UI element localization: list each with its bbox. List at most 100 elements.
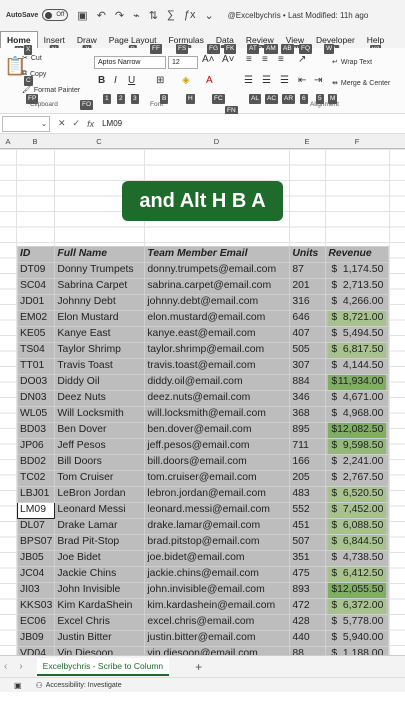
revenue-cell[interactable]: $6,372.00 — [325, 597, 390, 615]
email-cell[interactable]: kim.kardashein@email.com — [144, 597, 291, 615]
name-box[interactable]: ⌄ — [2, 115, 50, 132]
revenue-cell[interactable]: $5,940.00 — [325, 629, 390, 647]
autosave-toggle[interactable]: Off — [42, 9, 69, 21]
units-cell[interactable]: 88 — [289, 645, 327, 655]
revenue-cell[interactable]: $4,144.50 — [325, 357, 390, 375]
add-sheet-icon[interactable]: + — [195, 660, 202, 674]
tab-help[interactable]: HelpY2 — [361, 31, 390, 55]
id-cell[interactable]: JP06 — [16, 437, 56, 455]
increase-indent-icon[interactable]: ⇥ — [314, 75, 322, 86]
id-cell[interactable]: KE05 — [16, 325, 56, 343]
align-center-icon[interactable]: ☰ — [262, 75, 271, 86]
revenue-cell[interactable]: $1,174.50 — [325, 261, 390, 279]
id-cell[interactable]: DT09 — [16, 261, 56, 279]
name-cell[interactable]: Taylor Shrimp — [54, 341, 146, 359]
confirm-icon[interactable]: ✓ — [73, 118, 81, 129]
revenue-cell[interactable]: $2,713.50 — [325, 277, 390, 295]
id-cell[interactable]: DL07 — [16, 517, 56, 535]
id-cell[interactable]: EM02 — [16, 309, 56, 327]
align-middle-icon[interactable]: ≡ — [262, 54, 268, 65]
id-cell[interactable]: JI03 — [16, 581, 56, 599]
revenue-cell[interactable]: $6,817.50 — [325, 341, 390, 359]
autosum-icon[interactable]: ∑ — [167, 9, 175, 21]
column-header-f[interactable]: F — [325, 137, 389, 146]
id-cell[interactable]: TT01 — [16, 357, 56, 375]
id-cell[interactable]: DO03 — [16, 373, 56, 391]
name-cell[interactable]: Justin Bitter — [54, 629, 146, 647]
align-bottom-icon[interactable]: ≡ — [278, 54, 284, 65]
units-cell[interactable]: 316 — [289, 293, 327, 311]
name-cell[interactable]: John Invisible — [54, 581, 146, 599]
id-cell[interactable]: KKS03 — [16, 597, 56, 615]
units-cell[interactable]: 893 — [289, 581, 327, 599]
name-cell[interactable]: Donny Trumpets — [54, 261, 146, 279]
name-cell[interactable]: Kim KardaShein — [54, 597, 146, 615]
id-cell[interactable]: LBJ01 — [16, 485, 56, 503]
revenue-cell[interactable]: $6,844.50 — [325, 533, 390, 551]
insert-function-icon[interactable]: fx — [87, 119, 94, 129]
units-cell[interactable]: 346 — [289, 389, 327, 407]
revenue-cell[interactable]: $11,934.00 — [325, 373, 390, 391]
name-cell[interactable]: Joe Bidet — [54, 549, 146, 567]
id-cell[interactable]: BPS07 — [16, 533, 56, 551]
email-cell[interactable]: bill.doors@email.com — [144, 453, 291, 471]
id-cell[interactable]: WL05 — [16, 405, 56, 423]
name-cell[interactable]: Jackie Chins — [54, 565, 146, 583]
email-cell[interactable]: john.invisible@email.com — [144, 581, 291, 599]
email-cell[interactable]: taylor.shrimp@email.com — [144, 341, 291, 359]
column-header-e[interactable]: E — [289, 137, 325, 146]
name-cell[interactable]: Brad Pit-Stop — [54, 533, 146, 551]
accessibility-status[interactable]: Accessibility: Investigate — [46, 682, 122, 689]
sheet-tab-active[interactable]: Excelbychris - Scribe to Column — [36, 657, 170, 676]
column-header-a[interactable]: A — [0, 137, 16, 146]
tab-draw[interactable]: DrawJI — [71, 31, 103, 55]
id-cell[interactable]: TC02 — [16, 469, 56, 487]
email-cell[interactable]: will.locksmith@email.com — [144, 405, 291, 423]
shrink-font-icon[interactable]: A˅ — [222, 54, 235, 65]
revenue-cell[interactable]: $5,494.50 — [325, 325, 390, 343]
name-cell[interactable]: Bill Doors — [54, 453, 146, 471]
id-cell[interactable]: TS04 — [16, 341, 56, 359]
sort-icon[interactable]: ⇅ — [149, 9, 158, 22]
format-painter-icon[interactable]: ⌁ — [133, 9, 140, 22]
id-cell[interactable]: JC04 — [16, 565, 56, 583]
units-cell[interactable]: 428 — [289, 613, 327, 631]
column-header-b[interactable]: B — [16, 137, 54, 146]
name-cell[interactable]: Tom Cruiser — [54, 469, 146, 487]
email-cell[interactable]: brad.pitstop@email.com — [144, 533, 291, 551]
font-name-select[interactable]: Aptos Narrow — [94, 56, 166, 69]
worksheet-grid[interactable]: and Alt H B A ID Full Name Team Member Ema… — [0, 149, 405, 655]
tab-developer[interactable]: DeveloperL — [310, 31, 361, 55]
name-cell[interactable]: Excel Chris — [54, 613, 146, 631]
save-icon[interactable]: ▣ — [77, 9, 87, 22]
grow-font-icon[interactable]: A˄ — [202, 54, 215, 65]
units-cell[interactable]: 472 — [289, 597, 327, 615]
id-cell[interactable]: LM09 — [16, 501, 56, 519]
formula-input[interactable]: LM09 — [102, 119, 122, 128]
italic-icon[interactable]: I — [114, 75, 117, 86]
revenue-cell[interactable]: $2,241.00 — [325, 453, 390, 471]
revenue-cell[interactable]: $9,598.50 — [325, 437, 390, 455]
more-icon[interactable]: ⌄ — [204, 9, 213, 22]
name-cell[interactable]: Jeff Pesos — [54, 437, 146, 455]
name-cell[interactable]: Sabrina Carpet — [54, 277, 146, 295]
orientation-icon[interactable]: ↗ — [298, 54, 306, 65]
units-cell[interactable]: 351 — [289, 549, 327, 567]
units-cell[interactable]: 483 — [289, 485, 327, 503]
table-header[interactable]: Full Name — [54, 246, 146, 263]
revenue-cell[interactable]: $5,778.00 — [325, 613, 390, 631]
revenue-cell[interactable]: $6,412.50 — [325, 565, 390, 583]
table-header[interactable]: Revenue — [325, 246, 390, 263]
units-cell[interactable]: 440 — [289, 629, 327, 647]
name-cell[interactable]: Diddy Oil — [54, 373, 146, 391]
units-cell[interactable]: 646 — [289, 309, 327, 327]
name-cell[interactable]: Kanye East — [54, 325, 146, 343]
sheet-nav-arrows[interactable]: ‹› — [4, 661, 35, 672]
redo-icon[interactable]: ↷ — [115, 9, 124, 22]
align-top-icon[interactable]: ≡ — [246, 54, 252, 65]
units-cell[interactable]: 307 — [289, 357, 327, 375]
id-cell[interactable]: JD01 — [16, 293, 56, 311]
table-header[interactable]: ID — [16, 246, 56, 263]
email-cell[interactable]: tom.cruiser@email.com — [144, 469, 291, 487]
name-cell[interactable]: LeBron Jordan — [54, 485, 146, 503]
